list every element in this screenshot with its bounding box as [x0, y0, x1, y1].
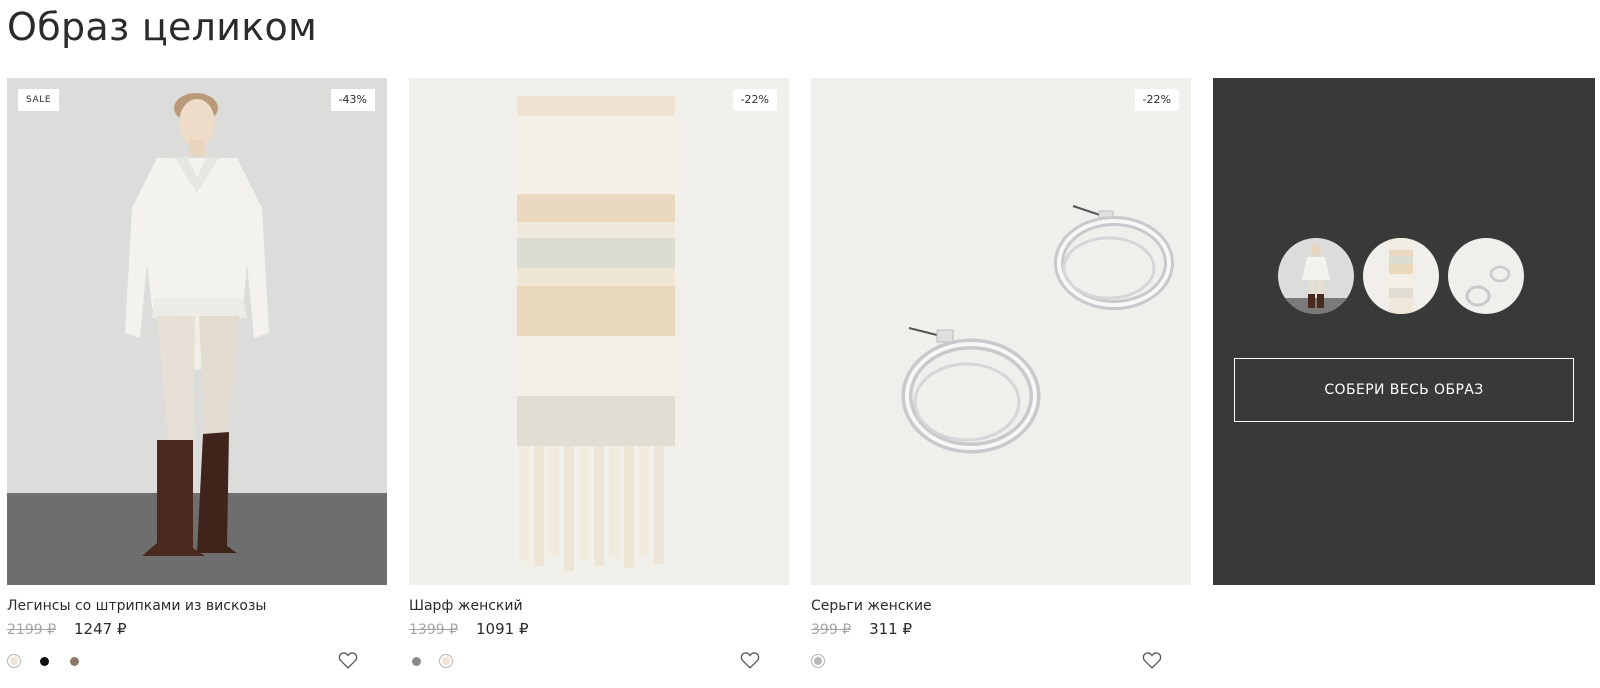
color-swatch[interactable] — [40, 657, 49, 666]
product-name[interactable]: Шарф женский — [409, 596, 523, 616]
heart-icon[interactable] — [337, 649, 359, 671]
color-swatch-selected[interactable] — [439, 654, 453, 668]
earrings-thumbnail — [1448, 238, 1524, 314]
earrings-image — [811, 78, 1191, 585]
swatch-dot — [814, 657, 822, 665]
old-price: 399 ₽ — [811, 622, 852, 638]
old-price: 1399 ₽ — [409, 622, 458, 638]
price-row: 1399 ₽ 1091 ₽ — [409, 619, 529, 640]
scarf-thumbnail — [1363, 238, 1439, 314]
color-swatch-selected[interactable] — [7, 654, 21, 668]
current-price: 1091 ₽ — [476, 620, 529, 638]
product-image-scarf[interactable]: -22% — [409, 78, 789, 585]
look-thumb-scarf[interactable] — [1363, 238, 1439, 314]
section-title: Образ целиком — [7, 5, 318, 49]
model-outfit-thumbnail — [1278, 238, 1354, 314]
price-row: 399 ₽ 311 ₽ — [811, 619, 912, 640]
heart-icon[interactable] — [1141, 649, 1163, 671]
sale-badge: SALE — [18, 89, 60, 111]
discount-badge: -43% — [330, 89, 375, 111]
color-swatch-selected[interactable] — [811, 654, 825, 668]
product-name[interactable]: Серьги женские — [811, 596, 932, 616]
look-thumb-leggings[interactable] — [1278, 238, 1354, 314]
color-swatch[interactable] — [412, 657, 421, 666]
product-image-earrings[interactable]: -22% — [811, 78, 1191, 585]
product-card: SALE -43% Легинсы со штрипками из вискоз… — [7, 78, 387, 669]
old-price: 2199 ₽ — [7, 622, 56, 638]
scarf-image — [409, 78, 789, 585]
product-grid: SALE -43% Легинсы со штрипками из вискоз… — [7, 78, 1595, 678]
current-price: 311 ₽ — [869, 620, 913, 638]
product-name[interactable]: Легинсы со штрипками из вискозы — [7, 596, 266, 616]
heart-icon[interactable] — [739, 649, 761, 671]
model-outfit-image — [7, 78, 387, 585]
color-swatch[interactable] — [70, 657, 79, 666]
complete-look-button[interactable]: СОБЕРИ ВЕСЬ ОБРАЗ — [1234, 358, 1574, 422]
product-card: -22% Серьги женские 399 ₽ 311 ₽ — [811, 78, 1191, 669]
complete-look-panel: СОБЕРИ ВЕСЬ ОБРАЗ — [1213, 78, 1595, 585]
look-thumb-earrings[interactable] — [1448, 238, 1524, 314]
discount-badge: -22% — [732, 89, 777, 111]
current-price: 1247 ₽ — [74, 620, 127, 638]
price-row: 2199 ₽ 1247 ₽ — [7, 619, 127, 640]
discount-badge: -22% — [1134, 89, 1179, 111]
product-image-leggings[interactable]: SALE -43% — [7, 78, 387, 585]
swatch-dot — [10, 657, 18, 665]
product-card: -22% Шарф женский 1399 ₽ 1091 ₽ — [409, 78, 789, 669]
swatch-dot — [442, 657, 450, 665]
